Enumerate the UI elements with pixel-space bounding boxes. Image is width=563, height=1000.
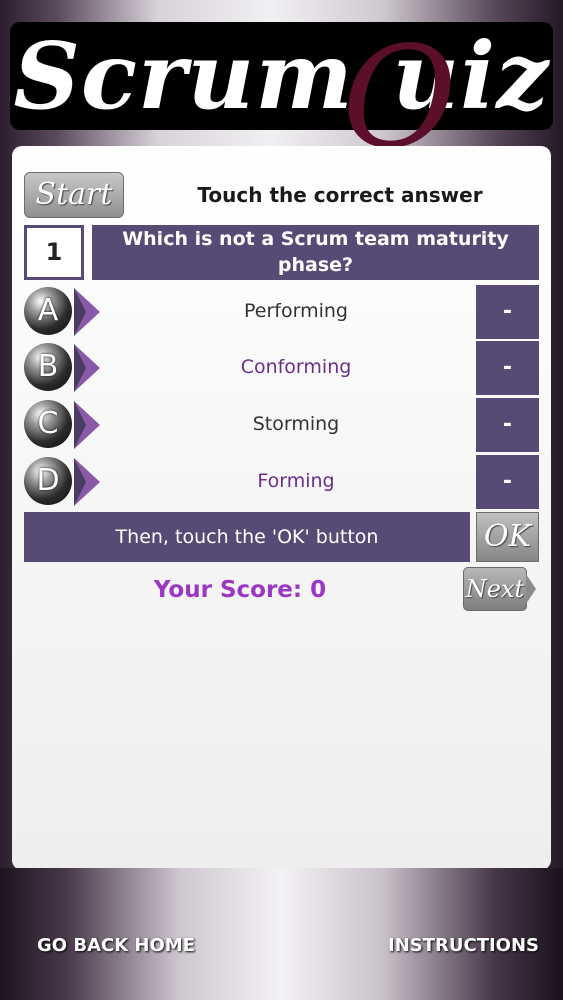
- instructions-link[interactable]: INSTRUCTIONS: [388, 932, 539, 960]
- answer-letter-c[interactable]: C: [24, 400, 72, 448]
- triangle-shade-icon: [74, 458, 86, 506]
- instruction-text: Touch the correct answer: [197, 183, 483, 207]
- answer-mark-a: -: [476, 285, 539, 339]
- question-number: 1: [24, 225, 84, 280]
- app-logo-text: Scrum uiz: [13, 22, 550, 130]
- ok-button[interactable]: OK: [476, 512, 539, 562]
- answer-row-b[interactable]: B Conforming -: [24, 340, 539, 395]
- answer-mark-d: -: [476, 455, 539, 509]
- answer-text-c[interactable]: Storming: [106, 397, 486, 452]
- answer-text-d[interactable]: Forming: [106, 454, 486, 509]
- answer-row-d[interactable]: D Forming -: [24, 454, 539, 509]
- triangle-shade-icon: [74, 401, 86, 449]
- answer-row-c[interactable]: C Storming -: [24, 397, 539, 452]
- answer-letter-a[interactable]: A: [24, 287, 72, 335]
- next-button[interactable]: Next: [463, 567, 527, 611]
- chevron-right-icon[interactable]: [526, 574, 536, 604]
- answer-text-a[interactable]: Performing: [106, 284, 486, 339]
- answer-mark-c: -: [476, 398, 539, 452]
- question-text: Which is not a Scrum team maturity phase…: [92, 225, 539, 280]
- start-button[interactable]: Start: [24, 172, 124, 218]
- logo-banner: Scrum uiz Q: [10, 22, 553, 174]
- triangle-shade-icon: [74, 288, 86, 336]
- answer-letter-d[interactable]: D: [24, 457, 72, 505]
- answer-row-a[interactable]: A Performing -: [24, 284, 539, 339]
- answer-text-b[interactable]: Conforming: [106, 340, 486, 395]
- then-instruction: Then, touch the 'OK' button: [24, 512, 470, 562]
- score-text: Your Score: 0: [153, 577, 327, 603]
- answer-letter-b[interactable]: B: [24, 343, 72, 391]
- go-back-home-link[interactable]: GO BACK HOME: [37, 932, 195, 960]
- answer-mark-b: -: [476, 341, 539, 395]
- triangle-shade-icon: [74, 344, 86, 392]
